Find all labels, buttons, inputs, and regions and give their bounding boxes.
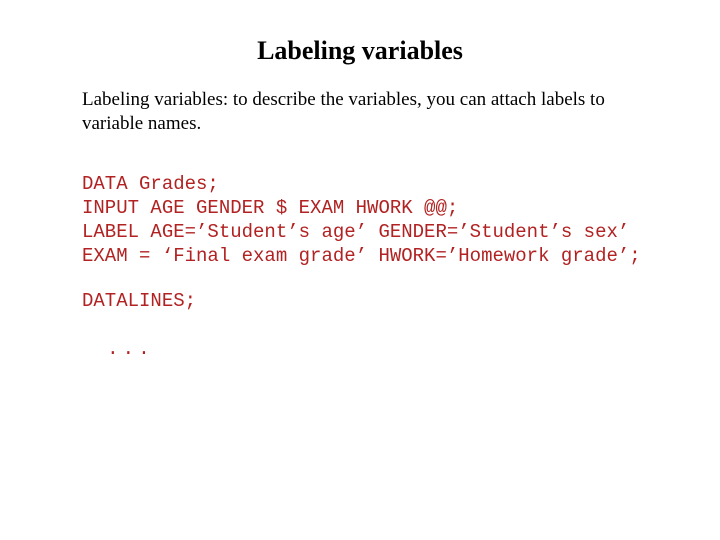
code-line-3: LABEL AGE=’Student’s age’ GENDER=’Studen… <box>82 221 629 243</box>
code-line-4: EXAM = ‘Final exam grade’ HWORK=’Homewor… <box>82 245 641 267</box>
code-line-5: DATALINES; <box>82 290 638 314</box>
code-block: DATA Grades; INPUT AGE GENDER $ EXAM HWO… <box>82 150 638 362</box>
code-line-6: ... <box>82 338 154 360</box>
code-line-2: INPUT AGE GENDER $ EXAM HWORK @@; <box>82 197 458 219</box>
code-line-1: DATA Grades; <box>82 173 219 195</box>
slide-title: Labeling variables <box>82 36 638 66</box>
slide-description: Labeling variables: to describe the vari… <box>82 88 638 136</box>
